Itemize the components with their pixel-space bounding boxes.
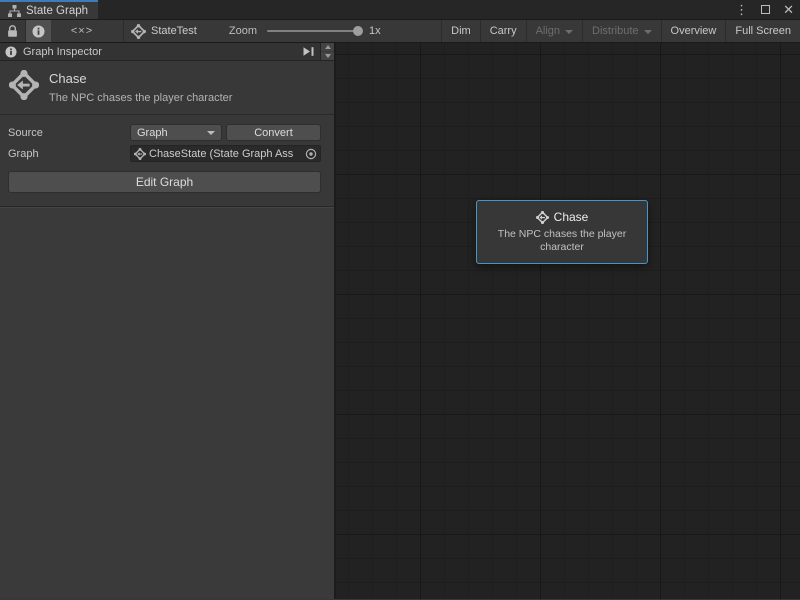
zoom-control: Zoom 1x: [229, 20, 381, 42]
zoom-label: Zoom: [229, 25, 257, 37]
chevron-down-icon: [644, 30, 652, 34]
source-field-row: Source Graph Convert: [8, 122, 321, 143]
convert-button[interactable]: Convert: [226, 124, 321, 141]
node-description: The NPC chases the player character: [483, 228, 641, 254]
source-label: Source: [8, 127, 130, 139]
node-title: Chase: [554, 210, 589, 224]
breadcrumb-label: StateTest: [151, 25, 197, 37]
arrow-down-icon: [325, 54, 331, 58]
window-controls: ⋮ ✕: [735, 0, 794, 19]
zoom-slider-handle[interactable]: [353, 26, 363, 36]
edit-graph-button[interactable]: Edit Graph: [8, 171, 321, 193]
graph-object-field[interactable]: ChaseState (State Graph Ass: [130, 145, 321, 162]
state-graph-icon: [536, 211, 549, 224]
dock-right-icon: [302, 46, 315, 57]
dim-button[interactable]: Dim: [441, 20, 480, 42]
tab-state-graph[interactable]: State Graph: [0, 0, 98, 19]
zoom-slider-track: [267, 30, 359, 32]
inspector-empty-area: [0, 207, 334, 599]
edit-graph-wrap: Edit Graph: [0, 164, 334, 193]
state-description: The NPC chases the player character: [49, 92, 232, 104]
toolbar-right-group: Dim Carry Align Distribute Overview Full…: [441, 20, 800, 42]
maximize-icon[interactable]: [761, 5, 770, 14]
distribute-button[interactable]: Distribute: [582, 20, 660, 42]
state-title-block: Chase The NPC chases the player characte…: [0, 61, 334, 115]
inspector-fields: Source Graph Convert Graph: [0, 115, 334, 164]
state-graph-icon: [134, 148, 146, 160]
full-screen-button[interactable]: Full Screen: [725, 20, 800, 42]
graph-inspector-panel: Graph Inspector: [0, 43, 336, 599]
state-graph-icon: [9, 70, 39, 100]
carry-button[interactable]: Carry: [480, 20, 526, 42]
state-graph-icon: [131, 24, 146, 39]
graph-toolbar: <×> StateTest Zoom 1x Dim Carry: [0, 19, 800, 43]
scroll-down-button[interactable]: [321, 51, 334, 60]
inspector-header-title: Graph Inspector: [23, 46, 102, 58]
graph-canvas[interactable]: Chase The NPC chases the player characte…: [336, 43, 800, 599]
graph-label: Graph: [8, 148, 130, 160]
source-dropdown-value: Graph: [137, 127, 168, 139]
info-icon: [32, 25, 45, 38]
lock-icon: [7, 25, 18, 38]
values-toggle-button[interactable]: <×>: [63, 20, 101, 42]
inspector-toggle-button[interactable]: [26, 20, 51, 42]
arrow-up-icon: [325, 45, 331, 49]
main-split: Graph Inspector: [0, 43, 800, 599]
breadcrumb-statetest[interactable]: StateTest: [124, 20, 207, 42]
zoom-slider[interactable]: [267, 19, 359, 43]
state-title-texts: Chase The NPC chases the player characte…: [49, 70, 232, 104]
graph-inspector-header: Graph Inspector: [0, 43, 334, 61]
state-title: Chase: [49, 71, 232, 86]
tab-title: State Graph: [26, 5, 88, 17]
inspector-scrollbar: [320, 43, 334, 60]
expand-inspector-button[interactable]: [297, 43, 320, 60]
zoom-value: 1x: [369, 25, 381, 37]
graph-object-value: ChaseState (State Graph Ass: [149, 148, 300, 160]
chevron-down-icon: [565, 30, 573, 34]
toolbar-spacer: [101, 20, 123, 42]
state-node-chase[interactable]: Chase The NPC chases the player characte…: [476, 200, 648, 264]
chevron-down-icon: [207, 131, 215, 135]
object-picker-button[interactable]: [303, 148, 317, 160]
object-picker-icon: [305, 148, 317, 160]
align-button[interactable]: Align: [526, 20, 582, 42]
source-dropdown[interactable]: Graph: [130, 124, 222, 141]
close-icon[interactable]: ✕: [783, 3, 794, 16]
graph-field-row: Graph ChaseState (State Gra: [8, 143, 321, 164]
more-options-icon[interactable]: ⋮: [735, 3, 748, 16]
window-titlebar: State Graph ⋮ ✕: [0, 0, 800, 19]
graph-hierarchy-icon: [8, 5, 21, 17]
node-title-row: Chase: [536, 210, 589, 224]
overview-button[interactable]: Overview: [661, 20, 726, 42]
scroll-up-button[interactable]: [321, 43, 334, 51]
inspector-header-controls: [297, 43, 334, 60]
lock-button[interactable]: [0, 20, 25, 42]
info-icon: [5, 46, 17, 58]
